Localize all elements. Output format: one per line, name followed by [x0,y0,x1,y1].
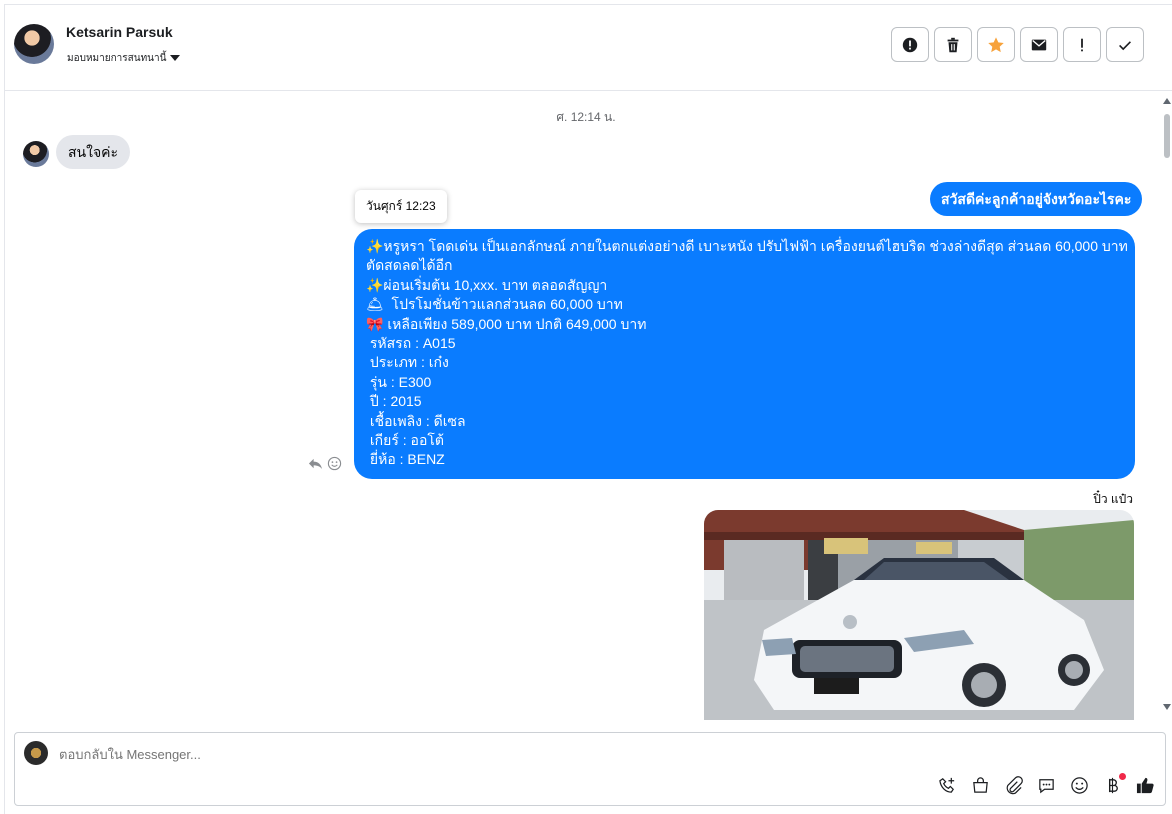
listing-line: 🛎 โปรโมชั่นข้าวแลกส่วนลด 60,000 บาท [366,296,623,313]
caret-down-icon [170,55,181,62]
exclamation-icon [1081,38,1083,51]
listing-line: ✨หรูหรา โดดเด่น เป็นเอกลักษณ์ ภายในตกแต่… [366,238,1128,254]
composer-tools [938,773,1155,795]
listing-line: ประเภท : เก๋ง [366,354,449,371]
reply-icon[interactable] [308,456,323,471]
scroll-up-icon[interactable] [1163,98,1171,104]
page-avatar [24,741,48,765]
thumbs-up-icon [1136,777,1154,794]
car-image [704,510,1134,720]
contact-message-avatar [23,141,49,167]
incoming-message-bubble[interactable]: สนใจค่ะ [56,135,131,169]
contact-name[interactable]: Ketsarin Parsuk [66,24,173,40]
listing-line: 🎀 เหลือเพียง 589,000 บาท ปกติ 649,000 บา… [366,315,647,332]
payment-button[interactable] [1103,773,1126,795]
message-time-tooltip: วันศุกร์ 12:23 [355,190,447,223]
emoji-icon [1071,777,1088,794]
listing-line: เชื้อเพลิง : ดีเซล [366,412,466,429]
notification-dot [1119,773,1126,780]
like-button[interactable] [1136,776,1155,795]
listing-line: ปี : 2015 [366,393,422,410]
car-photo[interactable] [704,510,1134,720]
alert-circle-icon [902,37,918,52]
header-actions [891,27,1144,62]
listing-line: รุ่น : E300 [366,373,432,390]
sender-name: ปิ๋ว แป๋ว [1093,492,1133,506]
listing-line: ✨ผ่อนเริ่มต้น 10,xxx. บาท ตลอดสัญญา [366,276,608,293]
reply-composer [14,732,1166,806]
saved-reply-icon [1039,779,1054,794]
star-icon [988,36,1004,52]
contact-avatar[interactable] [14,24,54,64]
conversation-timestamp: ศ. 12:14 น. [556,110,616,124]
listing-line: ยี่ห้อ : BENZ [366,451,445,468]
mark-done-button[interactable] [1106,27,1144,62]
outgoing-greeting-bubble[interactable]: สวัสดีค่ะลูกค้าอยู่จังหวัดอะไรคะ [930,182,1143,216]
delete-button[interactable] [934,27,972,62]
react-emoji-icon[interactable] [327,456,342,471]
check-icon [1119,40,1131,50]
emoji-button[interactable] [1070,776,1089,795]
shopping-bag-icon [973,777,988,793]
spam-button[interactable] [891,27,929,62]
listing-line: รหัสรถ : A015 [366,335,456,352]
shop-button[interactable] [971,776,990,795]
follow-up-button[interactable] [1063,27,1101,62]
assign-conversation-dropdown[interactable]: มอบหมายการสนทนานี้ [67,51,181,66]
message-actions [308,456,342,471]
listing-line: เกียร์ : ออโต้ [366,432,444,449]
star-button[interactable] [977,27,1015,62]
attach-button[interactable] [1004,776,1023,795]
listing-line: ตัดสดลดได้อีก [366,257,453,274]
assign-label: มอบหมายการสนทนานี้ [67,53,167,64]
conversation-scrollbar[interactable] [1162,96,1172,714]
saved-replies-button[interactable] [1037,776,1056,795]
reply-input[interactable] [59,747,859,762]
scroll-down-icon[interactable] [1163,704,1171,710]
envelope-icon [1031,39,1047,50]
phone-plus-icon [939,777,955,793]
scrollbar-thumb[interactable] [1164,114,1170,158]
outgoing-listing-bubble[interactable]: ✨หรูหรา โดดเด่น เป็นเอกลักษณ์ ภายในตกแต่… [354,229,1135,479]
trash-icon [947,37,959,52]
mark-unread-button[interactable] [1020,27,1058,62]
paperclip-icon [1006,776,1023,795]
call-button[interactable] [938,776,957,795]
